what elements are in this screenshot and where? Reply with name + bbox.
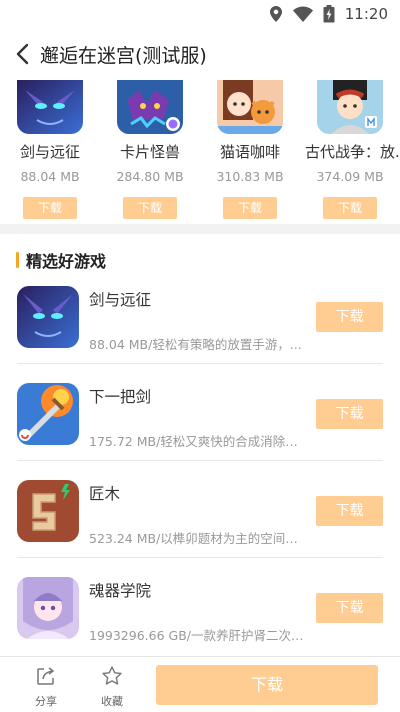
app-size: 284.80 MB	[116, 169, 184, 184]
share-label: 分享	[35, 695, 57, 708]
app-icon	[317, 80, 383, 134]
status-bar: 11:20	[0, 0, 400, 28]
download-button[interactable]: 下载	[223, 197, 277, 219]
app-icon	[17, 286, 79, 348]
star-icon	[102, 666, 122, 685]
chevron-left-icon	[16, 43, 29, 65]
app-icon	[17, 480, 79, 542]
game-name: 剑与远征	[89, 291, 152, 309]
app-size: 88.04 MB	[20, 169, 80, 184]
download-button[interactable]: 下载	[316, 593, 383, 623]
app-icon	[217, 80, 283, 134]
favorite-button[interactable]: 收藏	[87, 665, 137, 709]
page-title: 邂逅在迷宫(测试服)	[40, 44, 207, 67]
list-item[interactable]: 魂器学院 1993296.66 GB/一款养肝护肾二次元... 下载	[0, 571, 400, 667]
location-icon	[269, 6, 282, 22]
wifi-icon	[292, 6, 313, 22]
app-size: 310.83 MB	[216, 169, 284, 184]
divider	[17, 363, 383, 364]
app-icon	[117, 80, 183, 134]
bottom-action-bar: 分享 收藏 下载	[0, 656, 400, 712]
app-name: 剑与远征	[19, 143, 80, 161]
share-icon	[37, 667, 55, 685]
download-button[interactable]: 下载	[123, 197, 177, 219]
game-name: 下一把剑	[89, 388, 152, 406]
game-name: 匠木	[89, 485, 121, 503]
battery-icon	[323, 5, 335, 23]
header: 邂逅在迷宫(测试服)	[0, 28, 400, 80]
game-description: 175.72 MB/轻松又爽快的合成消除+R...	[89, 434, 307, 449]
list-item[interactable]: 下一把剑 175.72 MB/轻松又爽快的合成消除+R... 下载	[0, 377, 400, 473]
related-app-card[interactable]: 猫语咖啡 310.83 MB 下载	[205, 80, 295, 219]
download-button[interactable]: 下载	[316, 496, 383, 526]
section-accent-bar	[16, 252, 19, 268]
related-apps-row: 剑与远征 88.04 MB 下载 卡片怪兽 284.80 MB 下载 猫语咖啡 …	[0, 80, 400, 220]
download-button[interactable]: 下载	[323, 197, 377, 219]
app-size: 374.09 MB	[316, 169, 384, 184]
app-icon	[17, 80, 83, 134]
download-button[interactable]: 下载	[23, 197, 77, 219]
related-app-card[interactable]: 剑与远征 88.04 MB 下载	[5, 80, 95, 219]
back-button[interactable]	[4, 28, 40, 80]
related-app-card[interactable]: 古代战争：放... 374.09 MB 下载	[305, 80, 400, 219]
section-header: 精选好游戏	[16, 248, 106, 272]
app-icon	[17, 383, 79, 445]
section-title: 精选好游戏	[26, 252, 107, 271]
app-icon	[17, 577, 79, 639]
favorite-label: 收藏	[101, 695, 123, 708]
game-name: 魂器学院	[89, 582, 152, 600]
divider	[17, 557, 383, 558]
section-divider	[0, 224, 400, 234]
main-download-button[interactable]: 下载	[156, 665, 378, 705]
download-button[interactable]: 下载	[316, 302, 383, 332]
list-item[interactable]: 匠木 523.24 MB/以榫卯题材为主的空间解... 下载	[0, 474, 400, 570]
game-description: 1993296.66 GB/一款养肝护肾二次元...	[89, 628, 307, 643]
game-description: 523.24 MB/以榫卯题材为主的空间解...	[89, 531, 307, 546]
status-time: 11:20	[344, 5, 388, 23]
share-button[interactable]: 分享	[21, 665, 71, 709]
list-item[interactable]: 剑与远征 88.04 MB/轻松有策略的放置手游，... 下载	[0, 280, 400, 376]
related-app-card[interactable]: 卡片怪兽 284.80 MB 下载	[105, 80, 195, 219]
app-name: 卡片怪兽	[119, 143, 180, 161]
game-description: 88.04 MB/轻松有策略的放置手游，...	[89, 337, 302, 352]
app-name: 古代战争：放...	[305, 143, 400, 161]
download-button[interactable]: 下载	[316, 399, 383, 429]
app-name: 猫语咖啡	[219, 143, 280, 161]
divider	[17, 460, 383, 461]
